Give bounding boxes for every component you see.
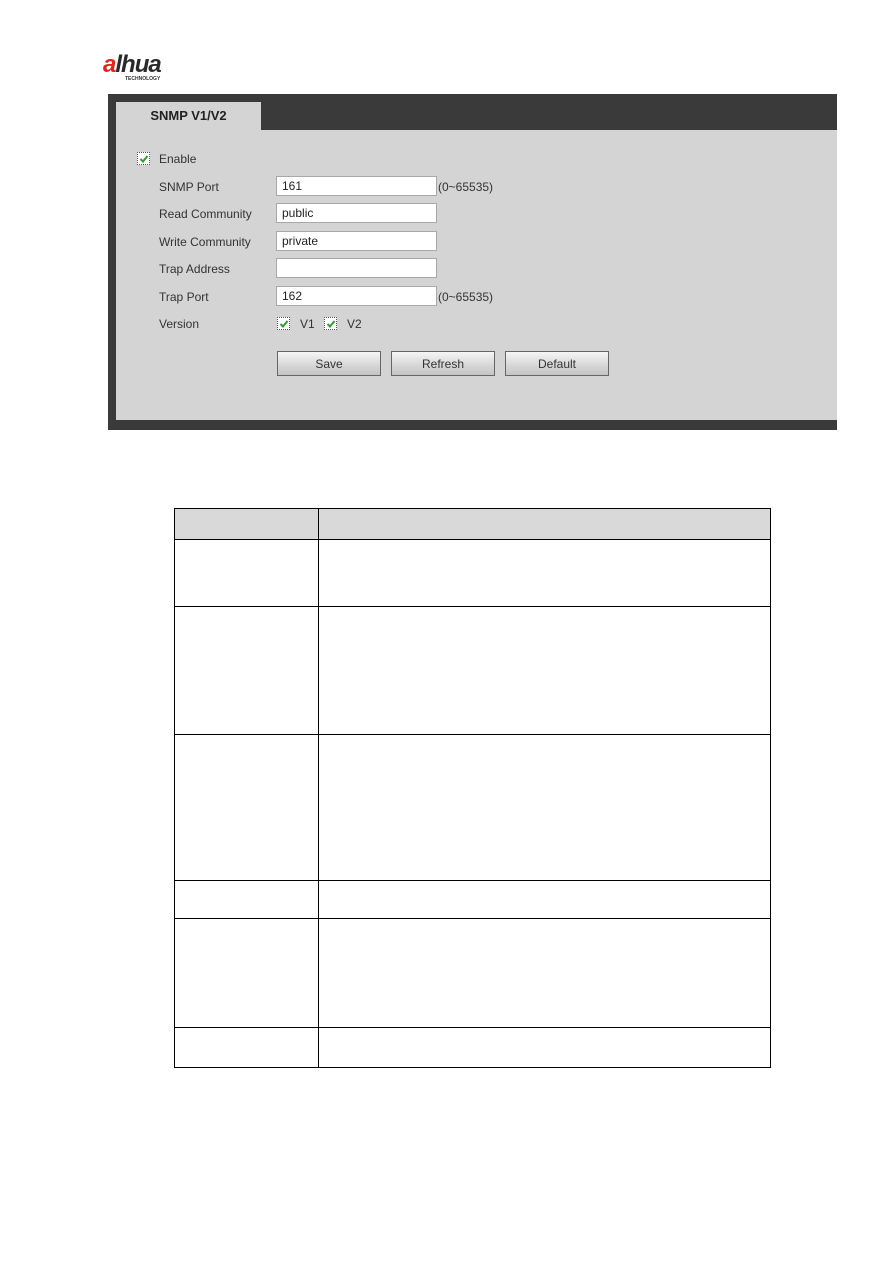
trap-address-label: Trap Address: [159, 262, 230, 276]
trap-address-row: Trap Address: [116, 258, 837, 280]
header-function: [318, 508, 771, 540]
table-cell: [318, 1027, 771, 1068]
table-row: [174, 880, 771, 919]
table-row: [174, 918, 771, 1028]
logo-accent: a: [103, 51, 116, 78]
table-cell: [174, 606, 319, 735]
table-cell: [318, 539, 771, 607]
table-cell: [174, 539, 319, 607]
table-cell: [174, 1027, 319, 1068]
check-icon: [139, 155, 149, 163]
table-cell: [318, 880, 771, 919]
snmp-port-range-hint: (0~65535): [438, 180, 494, 194]
enable-label: Enable: [159, 152, 197, 166]
version-v1-label: V1: [300, 317, 315, 331]
trap-port-range-hint: (0~65535): [438, 290, 494, 304]
read-community-row: Read Community: [116, 203, 837, 225]
table-header-row: [174, 508, 771, 540]
check-icon: [326, 320, 336, 328]
enable-checkbox[interactable]: [137, 152, 150, 165]
snmp-settings-panel: SNMP V1/V2 Enable SNMP Port (0~65535) Re…: [108, 94, 837, 430]
table-row: [174, 606, 771, 735]
default-button[interactable]: Default: [505, 351, 609, 376]
refresh-button[interactable]: Refresh: [391, 351, 495, 376]
table-cell: [318, 918, 771, 1028]
logo-main: lhua: [115, 51, 161, 78]
table-cell: [318, 734, 771, 881]
read-community-input[interactable]: [276, 203, 437, 223]
table-cell: [174, 734, 319, 881]
save-button[interactable]: Save: [277, 351, 381, 376]
write-community-input[interactable]: [276, 231, 437, 251]
table-row: [174, 734, 771, 881]
tab-snmp-v1-v2[interactable]: SNMP V1/V2: [116, 102, 261, 130]
trap-port-input[interactable]: [276, 286, 437, 306]
panel-body: Enable SNMP Port (0~65535) Read Communit…: [116, 130, 837, 420]
table-cell: [318, 606, 771, 735]
snmp-port-row: SNMP Port (0~65535): [116, 176, 837, 198]
logo-subtitle: TECHNOLOGY: [125, 76, 161, 82]
snmp-port-label: SNMP Port: [159, 180, 219, 194]
header-parameter: [174, 508, 319, 540]
trap-port-row: Trap Port (0~65535): [116, 286, 837, 308]
snmp-port-input[interactable]: [276, 176, 437, 196]
version-row: Version V1 V2: [116, 313, 837, 335]
logo-wordmark: alhua: [103, 51, 162, 78]
dahua-logo: alhua TECHNOLOGY: [103, 51, 193, 83]
table-cell: [174, 880, 319, 919]
table-row: [174, 1027, 771, 1068]
version-label: Version: [159, 317, 200, 331]
trap-address-input[interactable]: [276, 258, 437, 278]
write-community-row: Write Community: [116, 231, 837, 253]
parameter-description-table: [174, 508, 771, 1068]
read-community-label: Read Community: [159, 207, 252, 221]
version-v1-checkbox[interactable]: [277, 317, 290, 330]
version-v2-label: V2: [347, 317, 362, 331]
write-community-label: Write Community: [159, 235, 251, 249]
table-row: [174, 539, 771, 607]
version-v2-checkbox[interactable]: [324, 317, 337, 330]
table-cell: [174, 918, 319, 1028]
trap-port-label: Trap Port: [159, 290, 209, 304]
check-icon: [279, 320, 289, 328]
